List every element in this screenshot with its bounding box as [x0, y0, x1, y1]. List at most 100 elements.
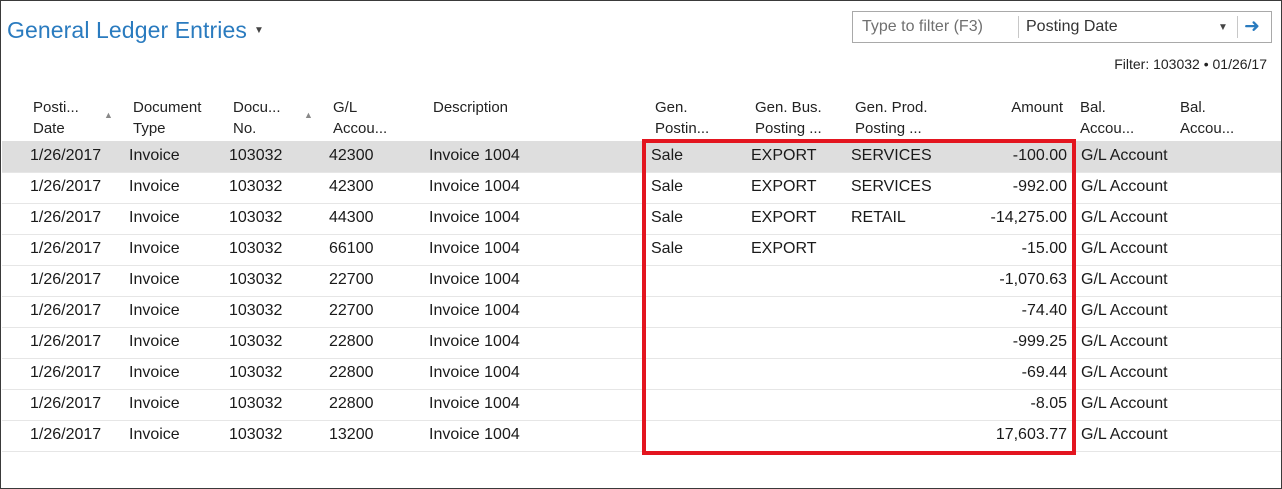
table-row[interactable]: 1/26/2017 Invoice 103032 42300 Invoice 1004 S…	[2, 141, 1281, 173]
table-row[interactable]: 1/26/2017 Invoice 103032 42300 Invoice 1004 S…	[2, 172, 1281, 204]
cell-desc: Invoice 1004	[429, 426, 520, 443]
cell-docno: 103032	[229, 147, 283, 164]
table-row[interactable]: 1/26/2017 Invoice 103032 66100 Invoice 1004 S…	[2, 234, 1281, 266]
cell-genbus: EXPORT	[751, 240, 817, 257]
cell-doctype: Invoice	[129, 240, 180, 257]
col-header-posting-date[interactable]: Posti... Date	[33, 97, 79, 139]
filter-status: Filter: 103032 • 01/26/17	[1114, 56, 1267, 72]
cell-docno: 103032	[229, 426, 283, 443]
cell-docno: 103032	[229, 240, 283, 257]
table-row[interactable]: 1/26/2017 Invoice 103032 22800 Invoice 1004 -…	[2, 327, 1281, 359]
cell-gl: 22800	[329, 364, 374, 381]
col-header-line: Gen. Bus.	[755, 99, 822, 116]
table-row[interactable]: 1/26/2017 Invoice 103032 22700 Invoice 1004 -…	[2, 265, 1281, 297]
cell-genbus: EXPORT	[751, 178, 817, 195]
table-row[interactable]: 1/26/2017 Invoice 103032 22700 Invoice 1004 -…	[2, 296, 1281, 328]
col-header-line: Posting ...	[855, 120, 922, 137]
cell-doctype: Invoice	[129, 271, 180, 288]
caret-down-icon[interactable]: ▼	[254, 25, 264, 36]
cell-balacct: G/L Account	[1081, 240, 1168, 257]
cell-gl: 13200	[329, 426, 374, 443]
col-header-line: Gen.	[655, 99, 688, 116]
cell-amount: -14,275.00	[990, 209, 1067, 226]
sort-up-icon: ▲	[304, 110, 313, 120]
cell-desc: Invoice 1004	[429, 302, 520, 319]
cell-date: 1/26/2017	[30, 395, 102, 412]
cell-amount: -999.25	[1012, 333, 1067, 350]
cell-genprod: RETAIL	[851, 209, 906, 226]
cell-docno: 103032	[229, 364, 283, 381]
cell-desc: Invoice 1004	[429, 209, 520, 226]
page-frame: General Ledger Entries ▼ Type to filter …	[0, 0, 1282, 489]
cell-docno: 103032	[229, 178, 283, 195]
cell-docno: 103032	[229, 209, 283, 226]
col-header-gen-prod-posting-group[interactable]: Gen. Prod. Posting ...	[855, 97, 928, 139]
cell-gl: 42300	[329, 147, 374, 164]
cell-doctype: Invoice	[129, 209, 180, 226]
cell-doctype: Invoice	[129, 178, 180, 195]
cell-date: 1/26/2017	[30, 271, 102, 288]
col-header-description[interactable]: Description	[433, 97, 508, 118]
cell-balacct: G/L Account	[1081, 302, 1168, 319]
table-row[interactable]: 1/26/2017 Invoice 103032 22800 Invoice 1004 -…	[2, 358, 1281, 390]
col-header-gen-posting-type[interactable]: Gen. Postin...	[655, 97, 709, 139]
cell-balacct: G/L Account	[1081, 147, 1168, 164]
col-header-bal-account-type[interactable]: Bal. Accou...	[1080, 97, 1134, 139]
table-row[interactable]: 1/26/2017 Invoice 103032 13200 Invoice 1004 1…	[2, 420, 1281, 452]
col-header-gen-bus-posting-group[interactable]: Gen. Bus. Posting ...	[755, 97, 822, 139]
col-header-gl-account[interactable]: G/L Accou...	[333, 97, 387, 139]
cell-gl: 66100	[329, 240, 374, 257]
col-header-amount[interactable]: Amount	[923, 97, 1063, 118]
cell-date: 1/26/2017	[30, 147, 102, 164]
cell-genprod: SERVICES	[851, 147, 932, 164]
cell-desc: Invoice 1004	[429, 271, 520, 288]
cell-balacct: G/L Account	[1081, 364, 1168, 381]
cell-desc: Invoice 1004	[429, 178, 520, 195]
col-header-document-type[interactable]: Document Type	[133, 97, 201, 139]
cell-gl: 42300	[329, 178, 374, 195]
col-header-document-no[interactable]: Docu... No.	[233, 97, 281, 139]
cell-date: 1/26/2017	[30, 240, 102, 257]
cell-date: 1/26/2017	[30, 209, 102, 226]
cell-amount: -100.00	[1012, 147, 1067, 164]
cell-amount: -15.00	[1021, 240, 1067, 257]
cell-desc: Invoice 1004	[429, 364, 520, 381]
cell-amount: -69.44	[1021, 364, 1067, 381]
col-header-line: Accou...	[1180, 120, 1235, 137]
col-header-line: Postin...	[655, 120, 710, 137]
cell-gl: 22700	[329, 271, 374, 288]
cell-doctype: Invoice	[129, 395, 180, 412]
cell-desc: Invoice 1004	[429, 240, 520, 257]
cell-doctype: Invoice	[129, 426, 180, 443]
cell-docno: 103032	[229, 395, 283, 412]
cell-genprod: SERVICES	[851, 178, 932, 195]
divider	[1018, 16, 1019, 38]
col-header-line: Accou...	[333, 120, 388, 137]
cell-docno: 103032	[229, 333, 283, 350]
cell-docno: 103032	[229, 271, 283, 288]
col-header-line: G/L	[333, 99, 358, 116]
cell-desc: Invoice 1004	[429, 147, 520, 164]
filter-input[interactable]: Type to filter (F3)	[862, 18, 983, 36]
cell-genpost: Sale	[651, 147, 684, 164]
arrow-right-icon[interactable]: ➜	[1244, 15, 1260, 38]
col-header-line: Gen. Prod.	[855, 99, 928, 116]
cell-desc: Invoice 1004	[429, 395, 520, 412]
cell-amount: -8.05	[1030, 395, 1067, 412]
table-row[interactable]: 1/26/2017 Invoice 103032 44300 Invoice 1004 S…	[2, 203, 1281, 235]
table-row[interactable]: 1/26/2017 Invoice 103032 22800 Invoice 1004 -…	[2, 389, 1281, 421]
cell-genpost: Sale	[651, 240, 684, 257]
filter-field-select[interactable]: Posting Date	[1026, 18, 1118, 36]
col-header-line: Bal.	[1080, 99, 1106, 116]
col-header-bal-account-no[interactable]: Bal. Accou...	[1180, 97, 1234, 139]
col-header-line: Docu...	[233, 99, 281, 116]
cell-doctype: Invoice	[129, 364, 180, 381]
divider	[1237, 16, 1238, 38]
cell-balacct: G/L Account	[1081, 271, 1168, 288]
cell-genbus: EXPORT	[751, 209, 817, 226]
col-header-line: Bal.	[1180, 99, 1206, 116]
chevron-down-icon[interactable]: ▼	[1218, 22, 1228, 33]
cell-date: 1/26/2017	[30, 426, 102, 443]
cell-doctype: Invoice	[129, 147, 180, 164]
col-header-line: Document	[133, 99, 202, 116]
